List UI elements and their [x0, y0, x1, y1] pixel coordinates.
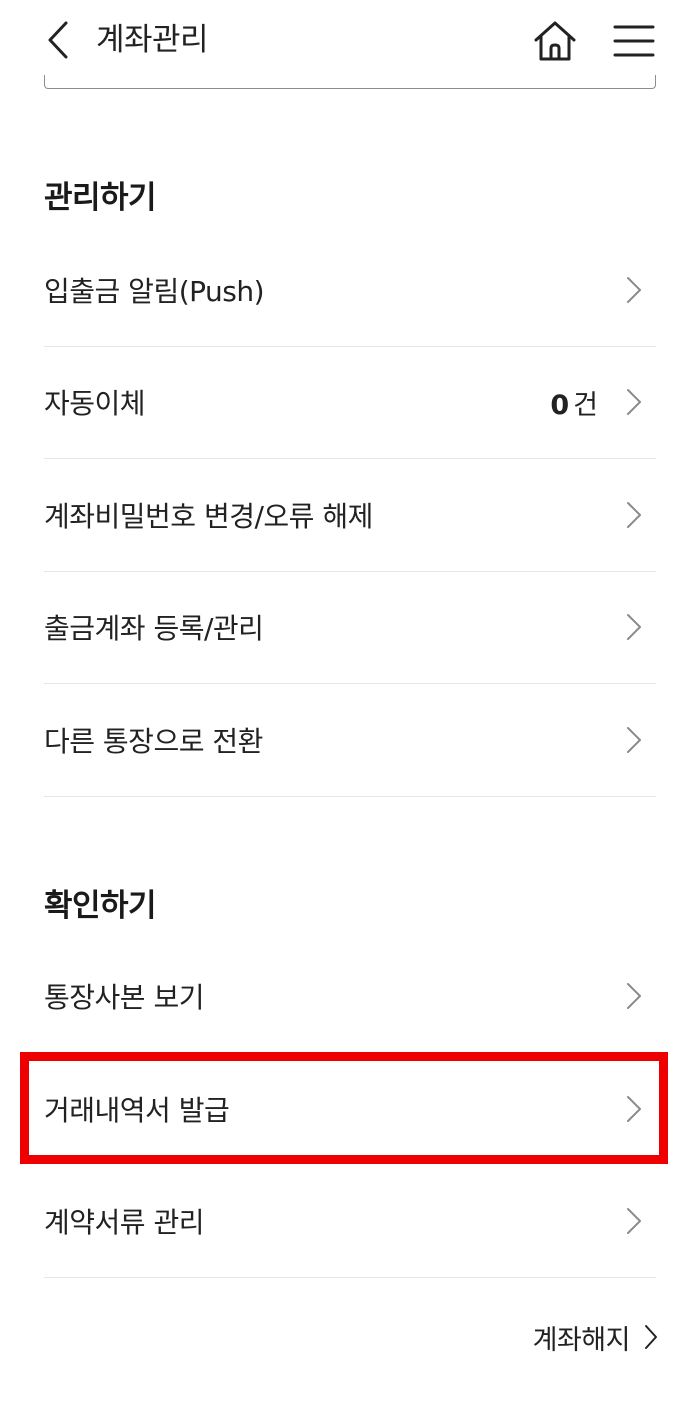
list-item-change-password[interactable]: 계좌비밀번호 변경/오류 해제	[44, 459, 656, 572]
list-item-label: 입출금 알림(Push)	[44, 274, 265, 308]
list-item-auto-transfer[interactable]: 자동이체 0건	[44, 347, 656, 459]
list-item-label: 통장사본 보기	[44, 981, 204, 1015]
chevron-right-icon	[627, 276, 641, 303]
page-title: 계좌관리	[96, 22, 209, 58]
chevron-left-icon	[48, 21, 68, 59]
close-account-label: 계좌해지	[532, 1324, 631, 1356]
home-icon	[534, 21, 576, 61]
list-item-transaction-statement[interactable]: 거래내역서 발급	[44, 1053, 656, 1166]
chevron-right-icon	[627, 1207, 641, 1234]
list-item-label: 계좌비밀번호 변경/오류 해제	[44, 499, 373, 533]
chevron-right-icon	[627, 389, 641, 416]
list-item-label: 다른 통장으로 전환	[44, 724, 263, 758]
menu-button[interactable]	[610, 18, 658, 64]
chevron-right-icon	[627, 726, 641, 753]
section-title-manage: 관리하기	[44, 180, 157, 216]
hamburger-menu-icon	[613, 25, 655, 57]
section-title-check: 확인하기	[44, 888, 157, 924]
app-header: 계좌관리	[0, 0, 700, 89]
list-item-deposit-push[interactable]: 입출금 알림(Push)	[44, 234, 656, 347]
header-divider	[44, 75, 656, 89]
close-account-link[interactable]: 계좌해지	[533, 1317, 658, 1357]
list-item-label: 자동이체	[44, 387, 146, 421]
list-item-label: 거래내역서 발급	[44, 1093, 230, 1127]
chevron-right-icon	[627, 1095, 641, 1122]
check-list: 통장사본 보기 거래내역서 발급 계약서류 관리	[44, 940, 656, 1278]
back-button[interactable]	[38, 18, 78, 62]
manage-list: 입출금 알림(Push) 자동이체 0건 계좌비밀번호 변경/오류 해제 출금계…	[44, 234, 656, 797]
list-item-convert-account[interactable]: 다른 통장으로 전환	[44, 684, 656, 797]
chevron-right-icon	[627, 614, 641, 641]
chevron-right-icon	[645, 1325, 657, 1349]
list-item-withdrawal-account[interactable]: 출금계좌 등록/관리	[44, 572, 656, 684]
home-button[interactable]	[530, 16, 580, 66]
auto-transfer-count: 0건	[550, 389, 598, 421]
list-item-contract-documents[interactable]: 계약서류 관리	[44, 1165, 656, 1278]
list-item-label: 계약서류 관리	[44, 1205, 204, 1239]
list-item-passbook-copy[interactable]: 통장사본 보기	[44, 940, 656, 1053]
chevron-right-icon	[627, 983, 641, 1010]
list-item-label: 출금계좌 등록/관리	[44, 612, 264, 646]
chevron-right-icon	[627, 501, 641, 528]
